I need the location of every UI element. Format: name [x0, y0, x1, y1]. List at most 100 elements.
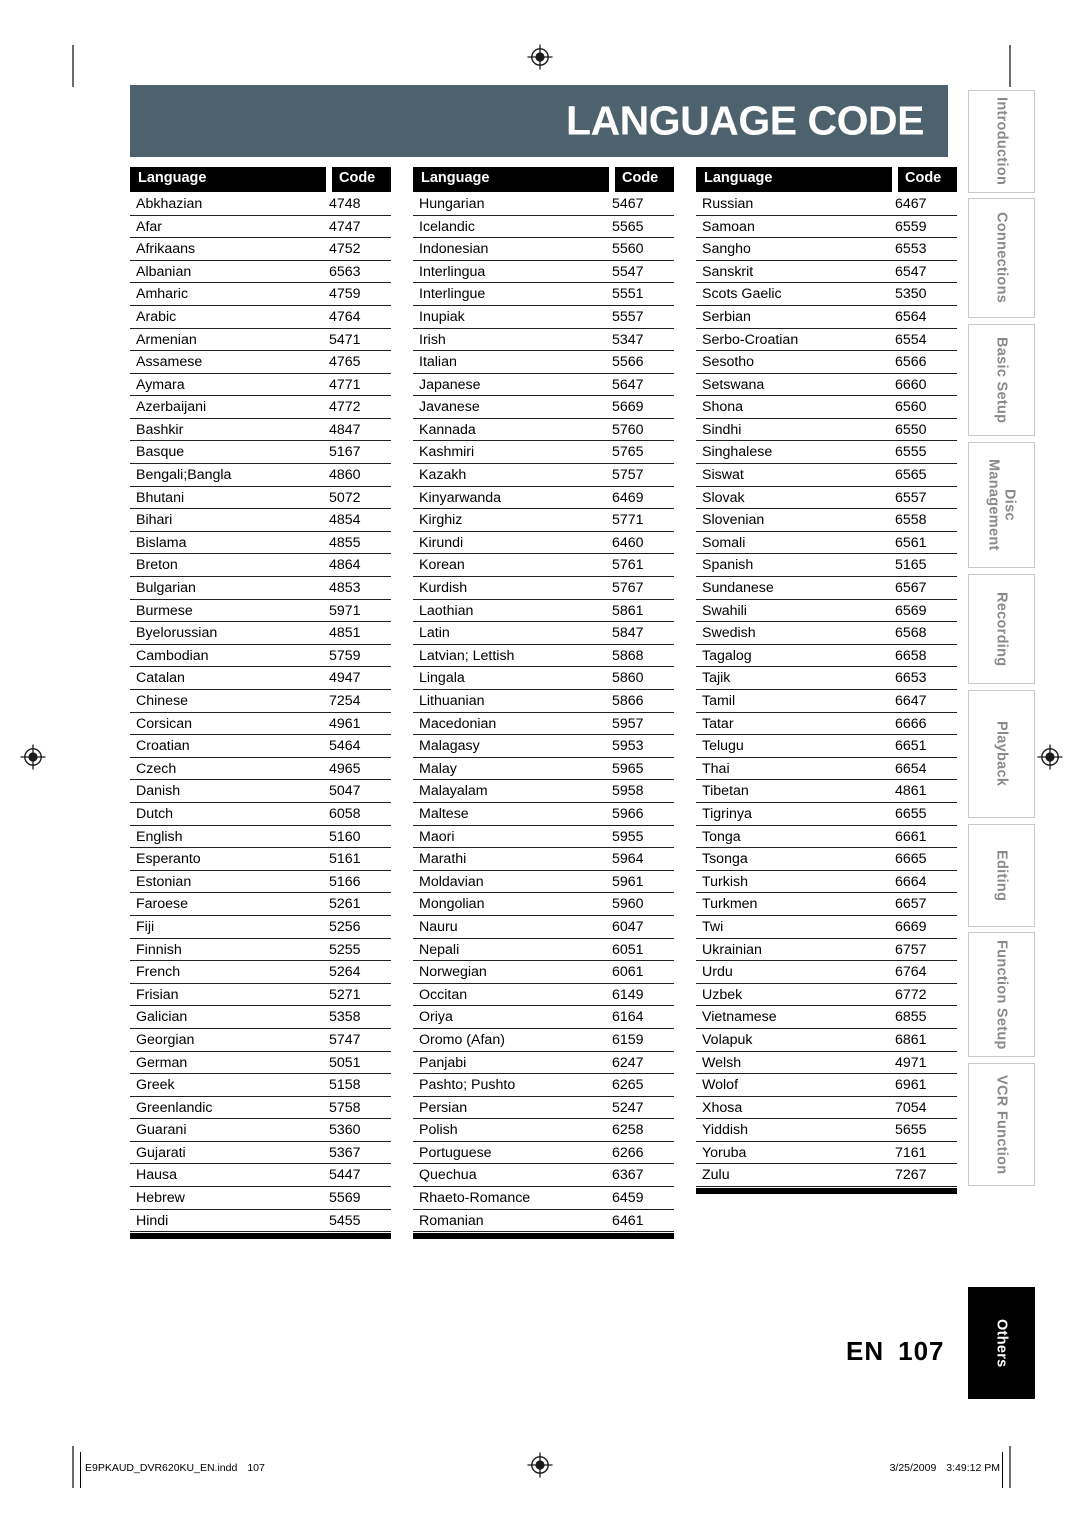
cell-code: 5961	[612, 873, 644, 890]
cell-code: 4747	[329, 218, 361, 235]
crop-mark-bottom-right	[1009, 1446, 1011, 1488]
table-row: Irish 5347	[413, 329, 674, 352]
table-row: Oromo (Afan) 6159	[413, 1029, 674, 1052]
table-row: Guarani 5360	[130, 1119, 391, 1142]
table-row: Azerbaijani 4772	[130, 396, 391, 419]
cell-code: 6669	[895, 918, 927, 935]
cell-code: 6647	[895, 693, 927, 709]
cell-language: Kannada	[419, 421, 476, 438]
cell-language: Georgian	[136, 1031, 195, 1048]
cell-code: 5367	[329, 1144, 361, 1161]
cell-code: 6159	[612, 1031, 644, 1048]
cell-language: Sanskrit	[702, 263, 754, 280]
section-tab-introduction[interactable]: Introduction	[968, 90, 1035, 193]
cell-language: Afar	[136, 218, 163, 235]
cell-language: Catalan	[136, 670, 185, 687]
cell-language: Tagalog	[702, 647, 752, 664]
cell-language: Scots Gaelic	[702, 286, 782, 303]
cell-code: 4855	[329, 534, 361, 551]
cell-code: 6653	[895, 670, 927, 687]
table-row: Tamil 6647	[696, 690, 957, 713]
cell-code: 6460	[612, 534, 644, 551]
cell-code: 5360	[329, 1122, 361, 1139]
section-tab-function-setup[interactable]: Function Setup	[968, 932, 1035, 1057]
table-row: Portuguese 6266	[413, 1142, 674, 1165]
footer-date: 3/25/2009	[889, 1462, 937, 1474]
table-row: Latin 5847	[413, 622, 674, 645]
cell-language: Sesotho	[702, 354, 755, 371]
cell-code: 6657	[895, 896, 927, 913]
table-row: Bengali;Bangla 4860	[130, 464, 391, 487]
section-tab-vcr-function[interactable]: VCR Function	[968, 1063, 1035, 1186]
cell-code: 4772	[329, 399, 361, 416]
cell-language: Panjabi	[419, 1054, 467, 1071]
table-row: Arabic 4764	[130, 306, 391, 329]
table-row: Georgian 5747	[130, 1029, 391, 1052]
cell-code: 5264	[329, 964, 361, 981]
section-tab-others[interactable]: Others	[968, 1287, 1035, 1399]
cell-language: Swahili	[702, 602, 747, 619]
table-row: Turkmen 6657	[696, 893, 957, 916]
table-row: Gujarati 5367	[130, 1142, 391, 1165]
cell-language: Japanese	[419, 376, 481, 393]
table-row: Croatian 5464	[130, 735, 391, 758]
cell-language: Volapuk	[702, 1031, 753, 1048]
section-tab-disc-management[interactable]: Disc Management	[968, 442, 1035, 568]
section-tab-recording[interactable]: Recording	[968, 574, 1035, 684]
cell-language: Pashto; Pushto	[419, 1077, 516, 1094]
cell-language: Marathi	[419, 851, 467, 868]
table-row: Hindi 5455	[130, 1210, 391, 1233]
cell-language: Spanish	[702, 557, 754, 574]
section-tab-connections[interactable]: Connections	[968, 198, 1035, 318]
cell-language: English	[136, 828, 183, 845]
cell-language: Shona	[702, 399, 744, 416]
cell-code: 5557	[612, 308, 644, 325]
table-row: Inupiak 5557	[413, 306, 674, 329]
table-row: Interlingua 5547	[413, 261, 674, 284]
table-row: Tonga 6661	[696, 826, 957, 849]
table-row: Esperanto 5161	[130, 848, 391, 871]
table-row: Mongolian 5960	[413, 893, 674, 916]
section-tab-editing[interactable]: Editing	[968, 824, 1035, 927]
table-row: Scots Gaelic 5350	[696, 283, 957, 306]
cell-code: 4961	[329, 715, 361, 732]
table-row: Nepali 6051	[413, 939, 674, 962]
page-number-prefix: EN	[846, 1336, 885, 1366]
table-row: Laothian 5861	[413, 600, 674, 623]
footer-rule-right	[1002, 1452, 1003, 1488]
table-row: Kazakh 5757	[413, 464, 674, 487]
cell-language: Mongolian	[419, 896, 485, 913]
column-footer-bar	[696, 1188, 957, 1195]
table-row: Slovenian 6558	[696, 509, 957, 532]
table-row: Corsican 4961	[130, 713, 391, 736]
cell-code: 5464	[329, 738, 361, 755]
cell-language: Latvian; Lettish	[419, 647, 515, 664]
cell-language: Esperanto	[136, 851, 201, 868]
table-row: Fiji 5256	[130, 916, 391, 939]
cell-code: 5467	[612, 195, 644, 212]
cell-code: 5861	[612, 602, 644, 619]
table-row: English 5160	[130, 826, 391, 849]
cell-code: 6655	[895, 805, 927, 822]
table-row: Hungarian 5467	[413, 193, 674, 216]
table-header-row: Language Code	[696, 167, 957, 192]
table-row: Norwegian 6061	[413, 961, 674, 984]
cell-language: Danish	[136, 783, 181, 800]
cell-code: 6660	[895, 376, 927, 393]
cell-language: Kinyarwanda	[419, 489, 502, 506]
cell-language: Telugu	[702, 738, 744, 755]
cell-code: 6555	[895, 444, 927, 461]
cell-language: Faroese	[136, 896, 189, 913]
table-row: Tsonga 6665	[696, 848, 957, 871]
cell-language: Icelandic	[419, 218, 475, 235]
section-tab-label: Others	[993, 1318, 1010, 1368]
cell-code: 5247	[612, 1099, 644, 1116]
section-tab-basic-setup[interactable]: Basic Setup	[968, 324, 1035, 436]
table-row: Afrikaans 4752	[130, 238, 391, 261]
section-tab-playback[interactable]: Playback	[968, 690, 1035, 818]
footer-timestamp-group: 3/25/2009 3:49:12 PM	[890, 1462, 1000, 1474]
cell-code: 5569	[329, 1190, 361, 1207]
cell-code: 6566	[895, 354, 927, 371]
cell-language: Frisian	[136, 986, 179, 1003]
table-row: Tagalog 6658	[696, 645, 957, 668]
